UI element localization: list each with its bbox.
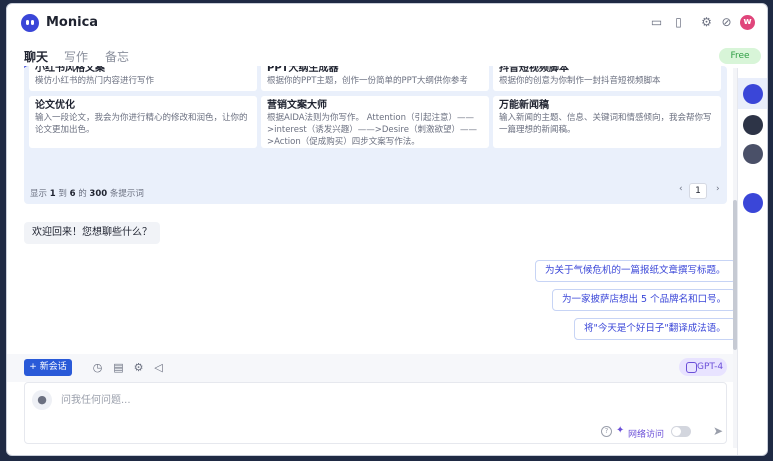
prompt-library: 小红书风格文案 模仿小红书的热门内容进行写作 PPT大纲生成器 根据你的PPT主…: [24, 66, 727, 204]
tab-chat[interactable]: 聊天: [24, 48, 48, 65]
chat-input[interactable]: [61, 390, 581, 410]
prompt-card[interactable]: 抖音短视频脚本 根据你的创意为你制作一封抖音短视频脚本: [493, 66, 721, 91]
sidebar-claude-bot-icon[interactable]: [743, 144, 763, 164]
tab-bar: 聊天 写作 备忘: [7, 42, 733, 68]
sidebar-assistant-icon[interactable]: [743, 193, 763, 213]
monica-logo-icon: [21, 14, 39, 32]
prev-page-button[interactable]: ‹: [679, 184, 683, 194]
header: Monica ▭ ▯ ⚙ ⊘ w: [7, 4, 767, 42]
tab-memo[interactable]: 备忘: [105, 48, 129, 65]
gear-icon[interactable]: ⚙: [700, 16, 713, 29]
sparkle-icon: ✦: [616, 425, 625, 436]
next-page-button[interactable]: ›: [716, 184, 720, 194]
app-title: Monica: [46, 15, 99, 30]
phone-icon[interactable]: ▯: [672, 16, 685, 29]
microphone-icon[interactable]: ●: [32, 390, 52, 410]
suggestion-chip[interactable]: 为关于气候危机的一篇报纸文章撰写标题。: [535, 260, 736, 282]
sidebar-monica-icon[interactable]: [743, 84, 763, 104]
pager-summary: 显示 1 到 6 的 300 条提示词: [30, 189, 144, 199]
document-icon[interactable]: ▤: [112, 361, 125, 374]
suggestion-chip[interactable]: 将"今天是个好日子"翻译成法语。: [574, 318, 736, 340]
prompt-card[interactable]: 论文优化 输入一段论文，我会为你进行精心的修改和润色，让你的论文更加出色。: [29, 96, 257, 148]
send-icon[interactable]: ➤: [711, 424, 725, 438]
history-icon[interactable]: ◷: [91, 361, 104, 374]
prompt-card[interactable]: PPT大纲生成器 根据你的PPT主题，创作一份简单的PPT大纲供你参考: [261, 66, 489, 91]
prompt-card[interactable]: 万能新闻稿 输入新闻的主题、信息、关键词和情感倾向，我会帮你写一篇理想的新闻稿。: [493, 96, 721, 148]
pin-icon[interactable]: ⊘: [720, 16, 733, 29]
model-selector[interactable]: GPT-4: [679, 358, 727, 376]
suggestion-chip[interactable]: 为一家披萨店想出 5 个品牌名和口号。: [552, 289, 737, 311]
avatar[interactable]: w: [740, 15, 755, 30]
plan-badge[interactable]: Free: [719, 48, 761, 64]
welcome-message: 欢迎回来！您想聊些什么？: [24, 222, 160, 244]
new-chat-button[interactable]: + 新会话: [24, 359, 72, 376]
web-access-toggle[interactable]: [671, 426, 691, 437]
app-window: Monica ▭ ▯ ⚙ ⊘ w 聊天 写作 备忘 Free 小红书风格文案 模…: [6, 3, 768, 456]
prompt-card[interactable]: 营销文案大师 根据AIDA法则为你写作。 Attention（引起注意）——>i…: [261, 96, 489, 148]
current-page[interactable]: 1: [689, 183, 707, 199]
help-icon[interactable]: ?: [601, 426, 612, 437]
prompt-card[interactable]: 小红书风格文案 模仿小红书的热门内容进行写作: [29, 66, 257, 91]
monitor-icon[interactable]: ▭: [650, 16, 663, 29]
mute-icon[interactable]: ◁: [152, 361, 165, 374]
settings-icon[interactable]: ⚙: [132, 361, 145, 374]
sidebar-gpt-bot-icon[interactable]: [743, 115, 763, 135]
web-access-label: 网络访问: [628, 430, 665, 440]
tab-write[interactable]: 写作: [64, 48, 88, 65]
